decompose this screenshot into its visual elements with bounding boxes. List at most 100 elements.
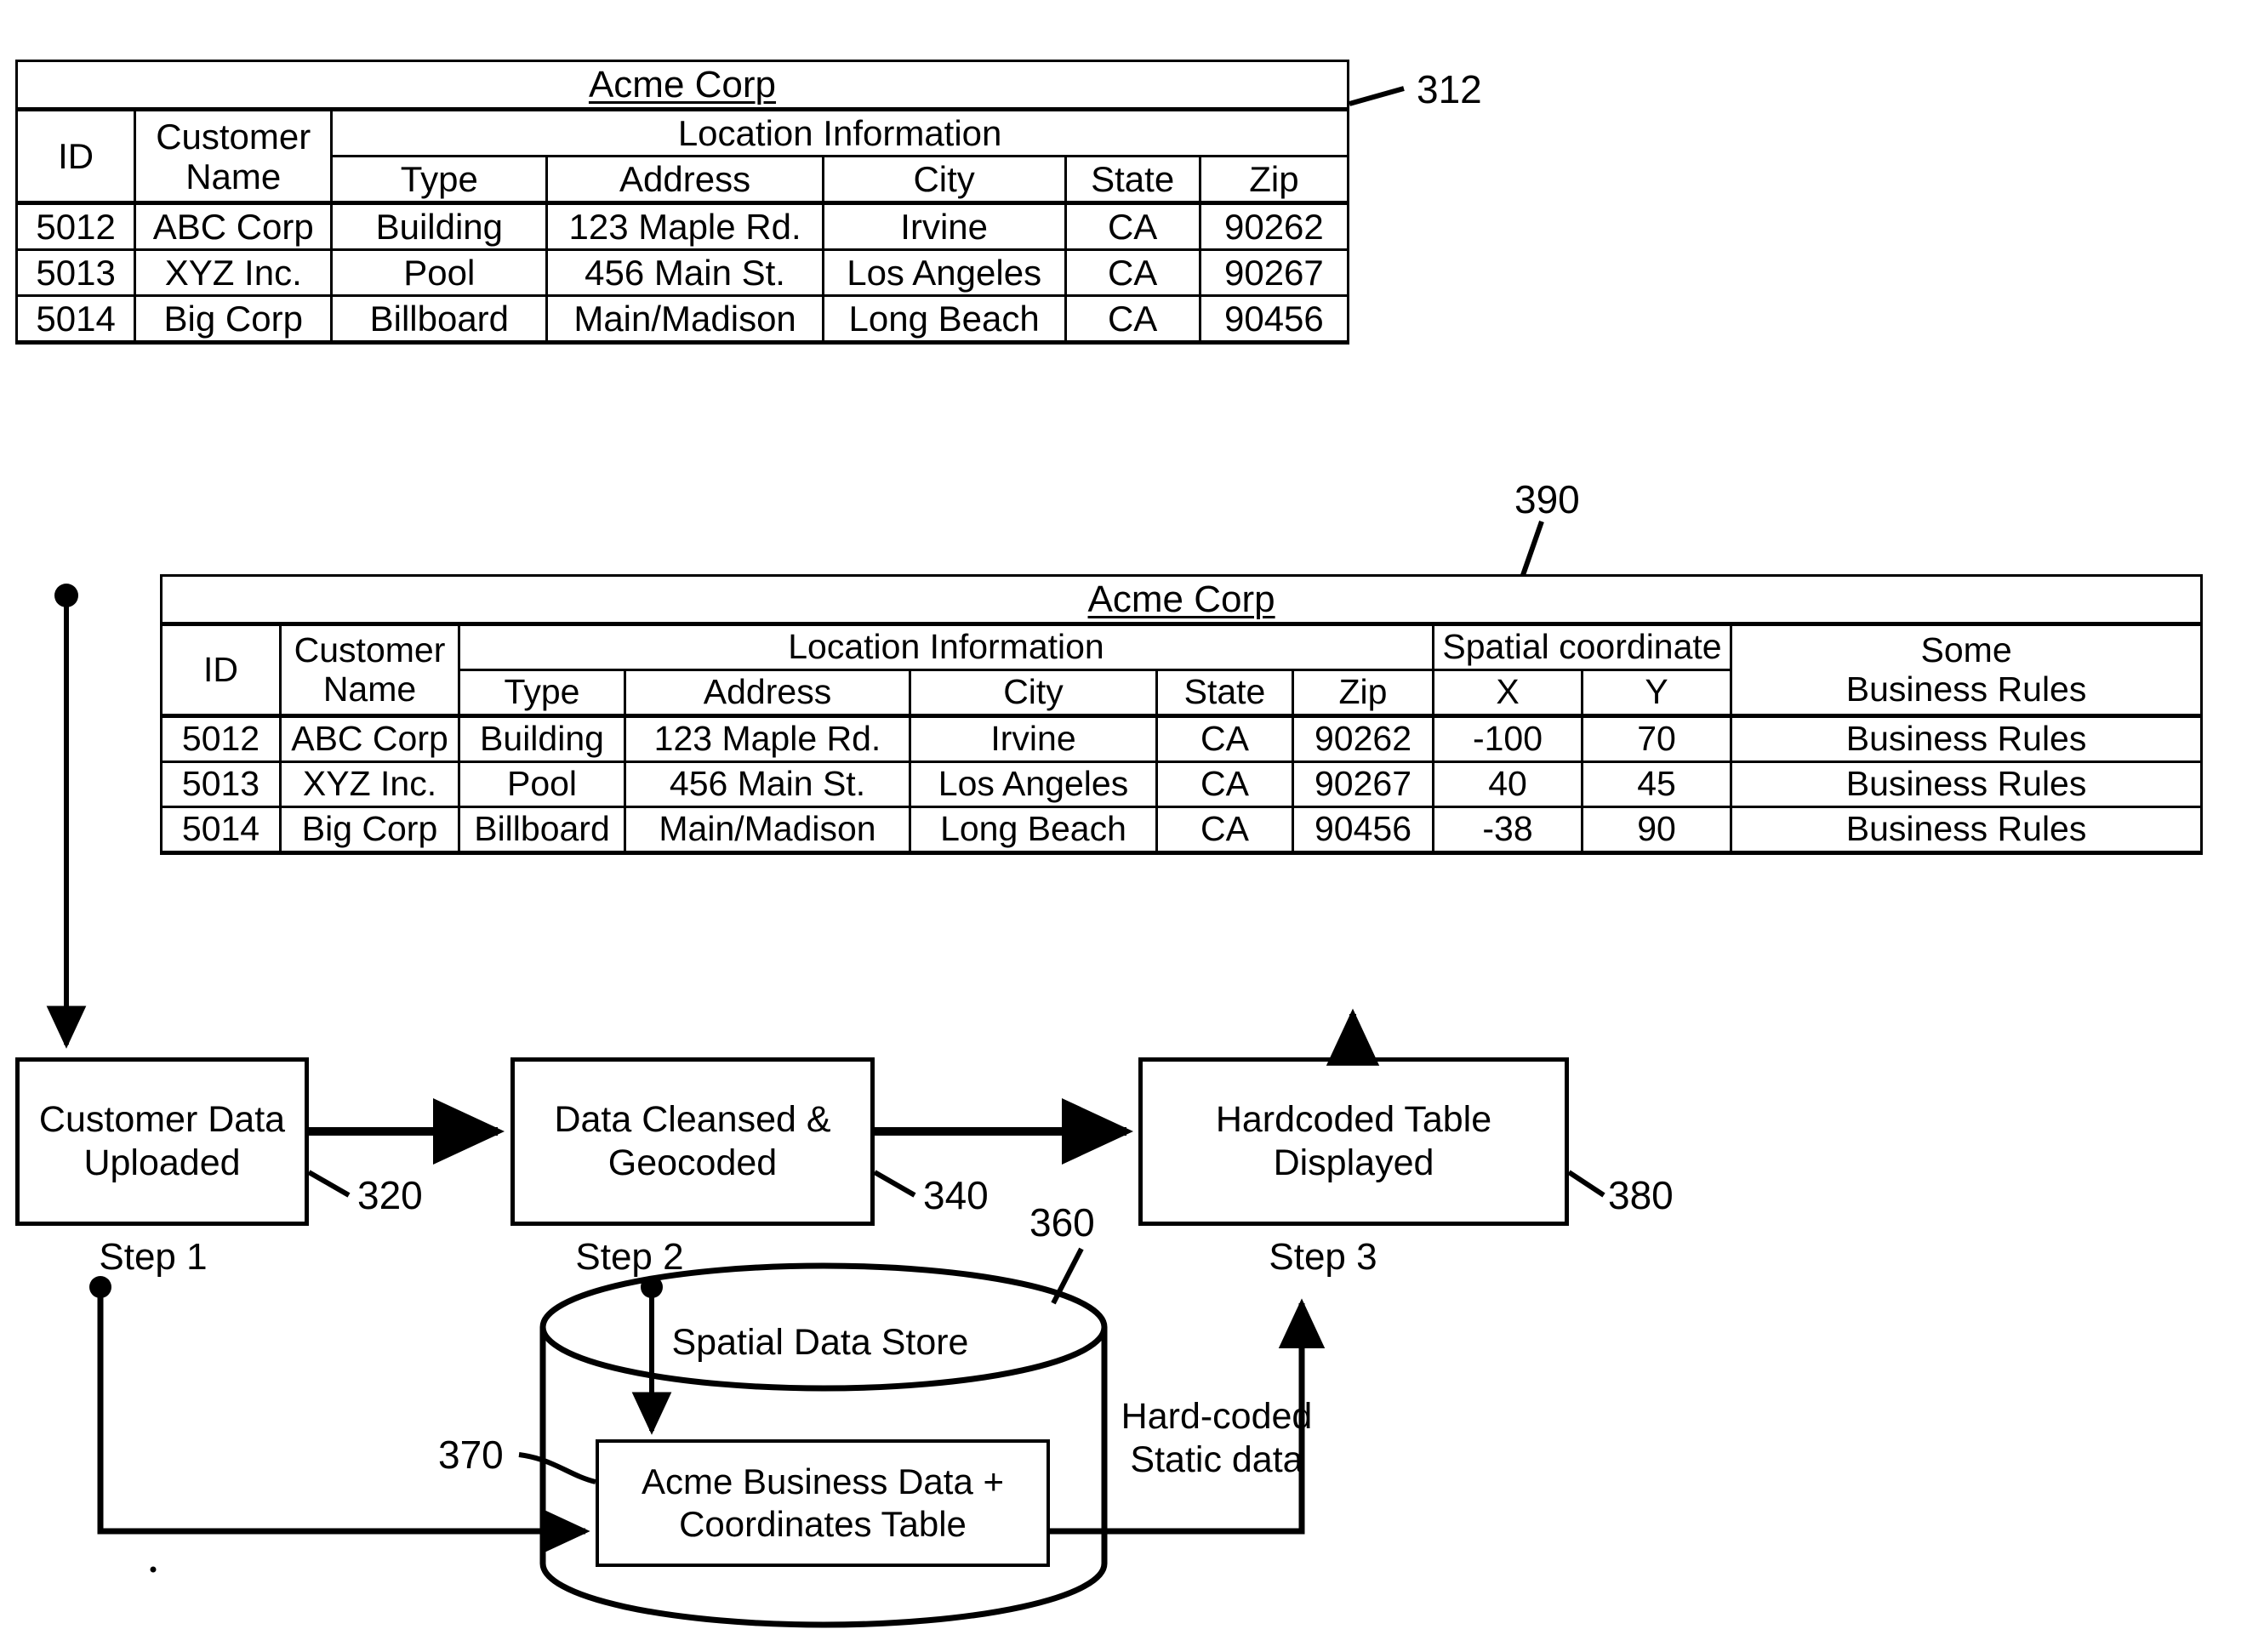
cell-type: Billboard [458, 805, 626, 855]
reference-number-340: 340 [923, 1173, 989, 1217]
table-390-header-address: Address [624, 669, 911, 718]
cell-type: Building [330, 201, 549, 252]
table-312-header-zip: Zip [1198, 155, 1350, 205]
reference-number-320: 320 [357, 1173, 423, 1217]
table-390-header-zip: Zip [1292, 669, 1434, 718]
cell-city: Los Angeles [909, 760, 1158, 808]
cell-type: Building [458, 714, 626, 763]
cell-zip: 90456 [1198, 294, 1350, 345]
cell-rules: Business Rules [1729, 805, 2204, 855]
cell-address: 456 Main St. [545, 248, 824, 298]
cell-rules: Business Rules [1729, 760, 2204, 808]
table-row: 5013 XYZ Inc. Pool 456 Main St. Los Ange… [160, 760, 2204, 808]
cell-y: 45 [1581, 760, 1732, 808]
cell-type: Billboard [330, 294, 549, 345]
cell-zip: 90456 [1292, 805, 1434, 855]
table-390-header-location-information: Location Information [458, 623, 1434, 672]
cell-address: Main/Madison [545, 294, 824, 345]
table-row: 5014 Big Corp Billboard Main/Madison Lon… [14, 294, 1350, 345]
cell-name: XYZ Inc. [279, 760, 460, 808]
cell-id: 5012 [160, 714, 282, 763]
reference-number-380: 380 [1608, 1173, 1674, 1217]
step-3-label: Step 3 [1269, 1236, 1377, 1278]
inner-table-box-acme-business-data: Acme Business Data + Coordinates Table [596, 1439, 1050, 1567]
cell-state: CA [1064, 201, 1201, 252]
cell-city: Irvine [909, 714, 1158, 763]
process-box-hardcoded-table-displayed: Hardcoded Table Displayed [1138, 1057, 1569, 1226]
step-2-label: Step 2 [575, 1236, 684, 1278]
table-390-header-x: X [1432, 669, 1583, 718]
cell-zip: 90262 [1292, 714, 1434, 763]
cell-city: Long Beach [821, 294, 1067, 345]
cell-name: XYZ Inc. [134, 248, 334, 298]
scan-artifact-dot [150, 1566, 157, 1573]
cell-rules: Business Rules [1729, 714, 2204, 763]
leader-line-380 [1567, 1170, 1605, 1198]
figure-canvas: Acme Corp ID Customer Name Location Info… [0, 0, 2247, 1652]
table-312-header-address: Address [545, 155, 824, 205]
table-390-header-state: State [1155, 669, 1294, 718]
leader-line-360 [1051, 1247, 1084, 1305]
table-312-header-id: ID [14, 108, 137, 205]
table-row: 5013 XYZ Inc. Pool 456 Main St. Los Ange… [14, 248, 1350, 298]
cell-address: Main/Madison [624, 805, 911, 855]
table-390-header-y: Y [1581, 669, 1732, 718]
process-box-data-cleansed-geocoded: Data Cleansed & Geocoded [510, 1057, 875, 1226]
cell-city: Long Beach [909, 805, 1158, 855]
leader-line-390 [1520, 521, 1544, 576]
cell-state: CA [1064, 294, 1201, 345]
cell-state: CA [1155, 760, 1294, 808]
cell-y: 90 [1581, 805, 1732, 855]
customer-table-312: Acme Corp ID Customer Name Location Info… [14, 59, 1350, 345]
cell-name: Big Corp [279, 805, 460, 855]
leader-line-320 [307, 1170, 351, 1198]
leader-line-312 [1349, 86, 1405, 106]
table-312-header-type: Type [330, 155, 549, 205]
cell-address: 123 Maple Rd. [545, 201, 824, 252]
table-row: 5012 ABC Corp Building 123 Maple Rd. Irv… [160, 714, 2204, 763]
table-312-title-cell: Acme Corp [15, 59, 1349, 112]
reference-number-390: 390 [1514, 477, 1580, 521]
reference-number-370: 370 [438, 1433, 504, 1477]
leader-line-340 [873, 1170, 916, 1198]
cell-id: 5014 [160, 805, 282, 855]
spatial-data-store-label: Spatial Data Store [671, 1322, 969, 1363]
cell-zip: 90267 [1198, 248, 1350, 298]
connector-table390-to-box1 [46, 584, 87, 1049]
cell-address: 456 Main St. [624, 760, 911, 808]
table-312-header-city: City [821, 155, 1067, 205]
cell-state: CA [1064, 248, 1201, 298]
cell-type: Pool [458, 760, 626, 808]
table-390-header-spatial-coordinate: Spatial coordinate [1432, 623, 1732, 672]
cell-id: 5014 [14, 294, 137, 345]
process-box-3-label: Hardcoded Table Displayed [1215, 1099, 1492, 1183]
table-312-header-customer-name: Customer Name [134, 108, 334, 205]
leader-line-370 [518, 1452, 596, 1484]
cell-zip: 90262 [1198, 201, 1350, 252]
cell-city: Los Angeles [821, 248, 1067, 298]
table-312-title: Acme Corp [588, 64, 777, 105]
table-390-title: Acme Corp [1087, 578, 1275, 620]
cell-type: Pool [330, 248, 549, 298]
cell-x: -100 [1432, 714, 1583, 763]
reference-number-360: 360 [1029, 1200, 1095, 1245]
cell-name: ABC Corp [134, 201, 334, 252]
table-312-header-state: State [1064, 155, 1201, 205]
customer-table-390: Acme Corp ID Customer Name Location Info… [159, 573, 2204, 855]
cell-id: 5013 [160, 760, 282, 808]
cell-y: 70 [1581, 714, 1732, 763]
cell-state: CA [1155, 714, 1294, 763]
cell-x: 40 [1432, 760, 1583, 808]
hardcoded-static-data-label: Hard-coded Static data [1121, 1396, 1313, 1480]
table-390-header-customer-name: Customer Name [279, 623, 460, 718]
cell-city: Irvine [821, 201, 1067, 252]
process-box-2-label: Data Cleansed & Geocoded [554, 1099, 831, 1183]
cell-id: 5013 [14, 248, 137, 298]
cell-id: 5012 [14, 201, 137, 252]
table-390-header-business-rules: Some Business Rules [1729, 623, 2204, 718]
table-390-header-id: ID [160, 623, 282, 718]
inner-table-label: Acme Business Data + Coordinates Table [641, 1461, 1005, 1544]
cell-address: 123 Maple Rd. [624, 714, 911, 763]
process-box-1-label: Customer Data Uploaded [38, 1099, 286, 1183]
table-390-header-city: City [909, 669, 1158, 718]
